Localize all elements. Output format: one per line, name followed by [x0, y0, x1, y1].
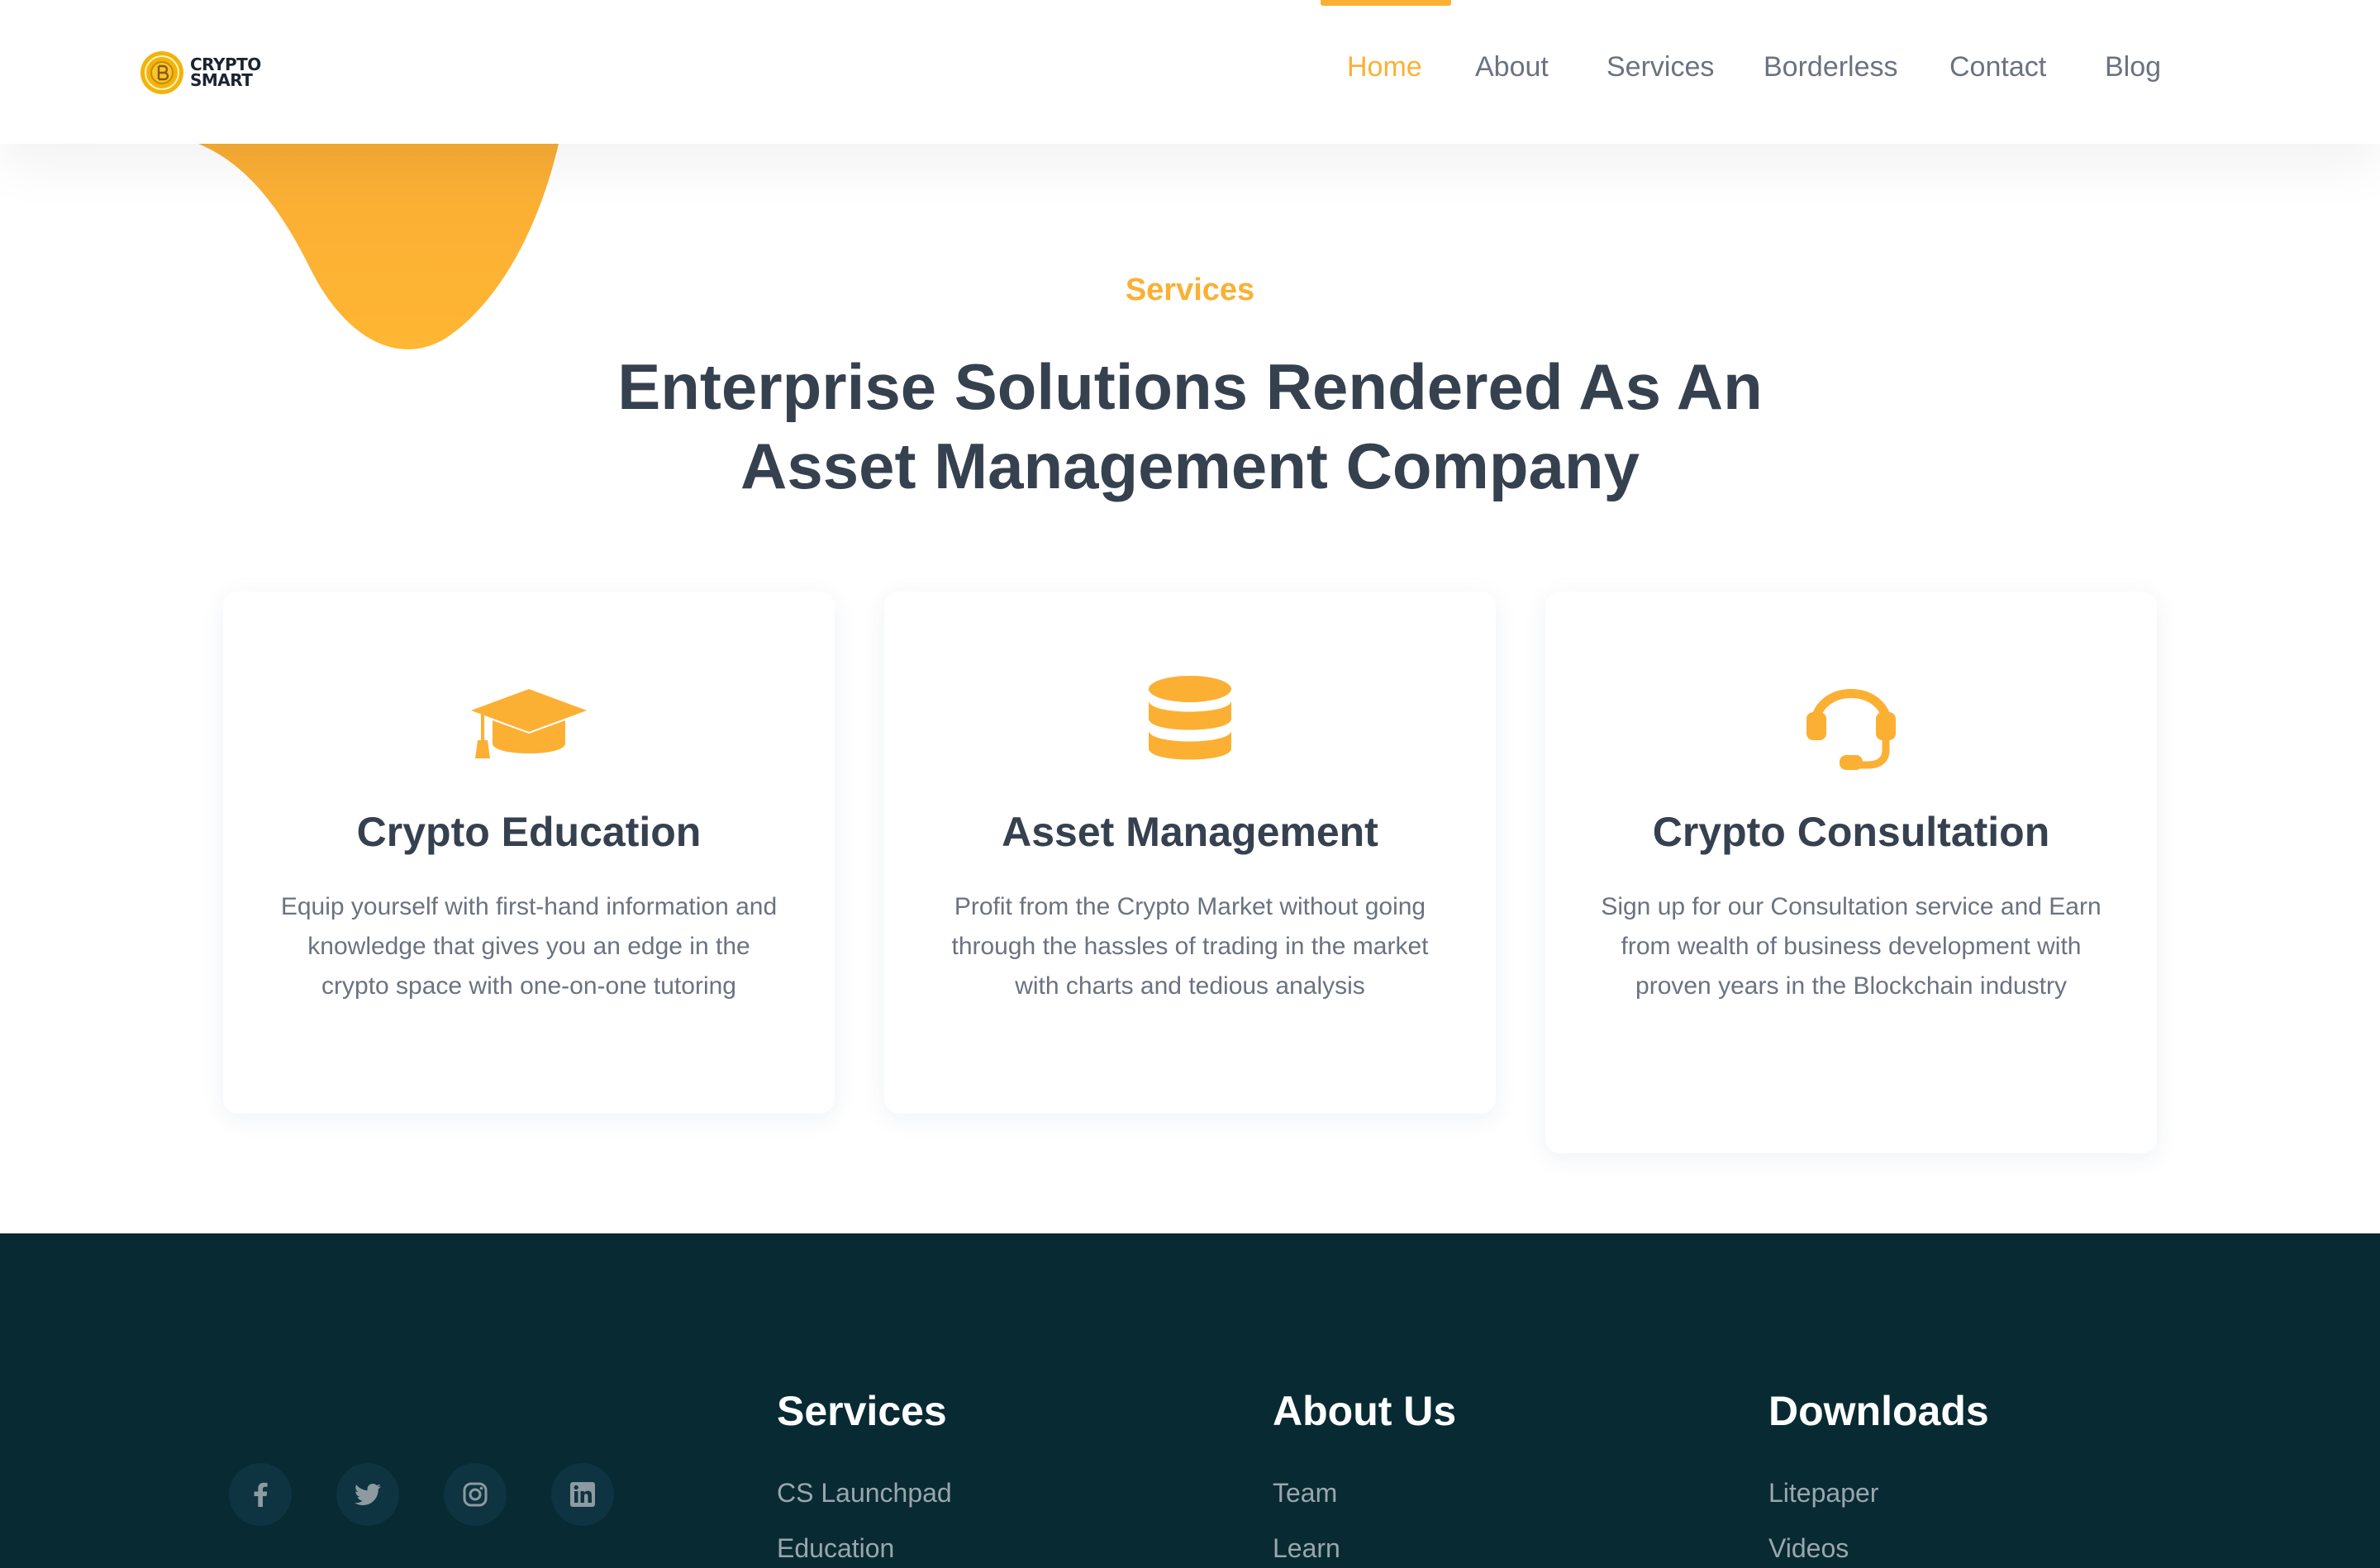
footer-link[interactable]: Videos	[1768, 1533, 1989, 1568]
footer-link[interactable]: CS Launchpad	[777, 1478, 952, 1533]
nav-home[interactable]: Home	[1347, 51, 1422, 83]
bitcoin-coin-icon	[140, 51, 183, 94]
footer-col-services: Services CS Launchpad Education	[777, 1387, 952, 1568]
logo[interactable]: CRYPTO SMART	[139, 50, 261, 96]
footer-link[interactable]: Learn	[1273, 1533, 1456, 1568]
card-title: Crypto Education	[356, 809, 702, 855]
footer-heading: About Us	[1273, 1388, 1457, 1434]
logo-text-line2: SMART	[190, 70, 253, 90]
decorative-blob	[198, 144, 559, 349]
linkedin-icon	[570, 1482, 595, 1507]
card-description: Equip yourself with first-hand informati…	[280, 893, 778, 1000]
card-description: Sign up for our Consultation service and…	[1601, 893, 2102, 1000]
nav-about[interactable]: About	[1475, 51, 1549, 83]
section-title-line1: Enterprise Solutions Rendered As An	[617, 350, 1763, 423]
footer-link[interactable]: Education	[777, 1533, 952, 1568]
twitter-link[interactable]	[336, 1463, 399, 1526]
graduation-cap-icon	[471, 689, 587, 758]
nav-active-indicator	[1321, 0, 1451, 6]
card-title: Asset Management	[1002, 809, 1378, 855]
headset-icon	[1806, 689, 1896, 770]
facebook-link[interactable]	[229, 1463, 292, 1526]
instagram-icon	[463, 1482, 488, 1507]
facebook-icon	[254, 1482, 268, 1507]
site-footer: Services CS Launchpad Education About Us…	[0, 1233, 2380, 1568]
footer-col-about: About Us Team Learn	[1273, 1387, 1456, 1568]
nav-blog[interactable]: Blog	[2105, 51, 2161, 83]
service-card-education[interactable]: Crypto Education Equip yourself with fir…	[223, 592, 835, 1114]
card-description: Profit from the Crypto Market without go…	[951, 893, 1429, 1000]
linkedin-link[interactable]	[551, 1463, 614, 1526]
nav-services[interactable]: Services	[1606, 51, 1714, 83]
footer-heading: Downloads	[1768, 1388, 1989, 1434]
instagram-link[interactable]	[444, 1463, 507, 1526]
nav-borderless[interactable]: Borderless	[1764, 51, 1898, 83]
site-header: CRYPTO SMART Home About Services Borderl…	[0, 0, 2380, 144]
section-title-line2: Asset Management Company	[740, 430, 1640, 502]
service-card-asset-management[interactable]: Asset Management Profit from the Crypto …	[884, 592, 1496, 1114]
card-title: Crypto Consultation	[1652, 809, 2050, 855]
footer-heading: Services	[777, 1388, 947, 1434]
footer-link[interactable]: Team	[1273, 1478, 1456, 1533]
footer-col-downloads: Downloads Litepaper Videos	[1768, 1387, 1989, 1568]
footer-link[interactable]: Litepaper	[1768, 1478, 1989, 1533]
nav-contact[interactable]: Contact	[1949, 51, 2046, 83]
database-icon	[1149, 676, 1231, 760]
section-title: Enterprise Solutions Rendered As An Asse…	[529, 347, 1851, 506]
twitter-icon	[355, 1484, 381, 1505]
service-card-consultation[interactable]: Crypto Consultation Sign up for our Cons…	[1545, 592, 2157, 1153]
